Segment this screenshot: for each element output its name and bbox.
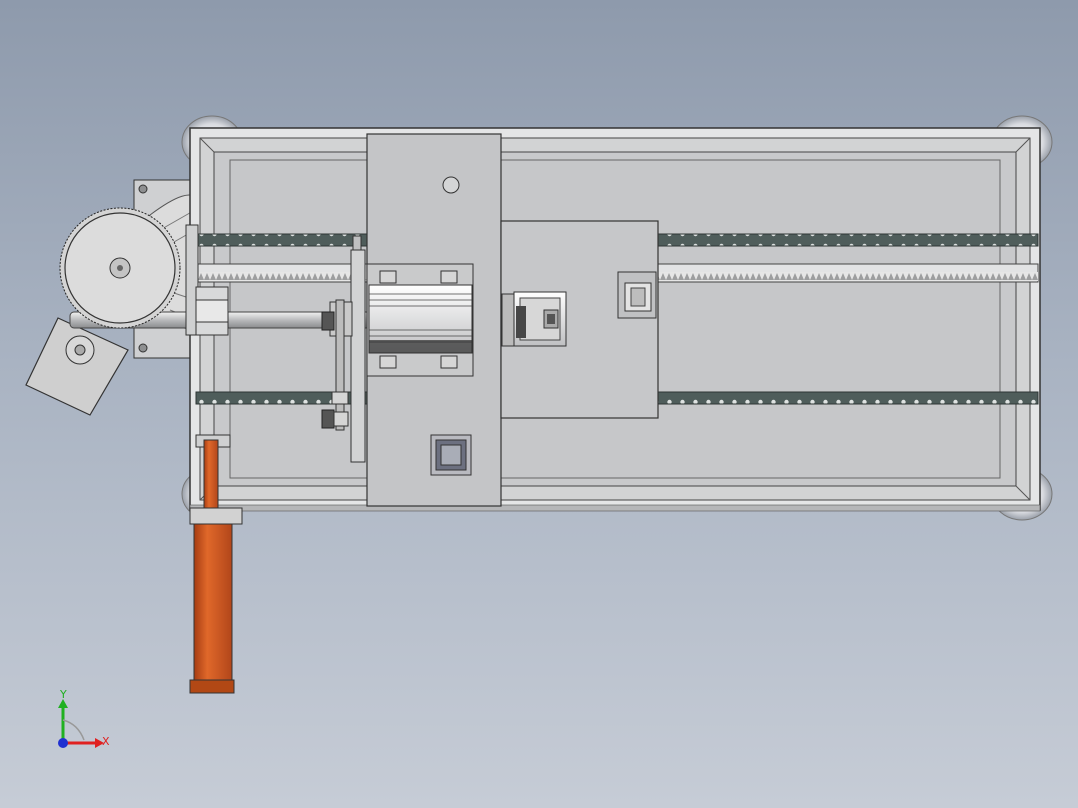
triad-y-label: Y [59,688,67,701]
triad-arc [62,719,85,741]
drive-gear [59,207,181,329]
model-drawing[interactable]: X Y [0,0,1078,808]
limit-sensor-right [617,271,657,319]
spindle-motor [366,263,474,377]
cad-viewport[interactable]: X Y [0,0,1078,808]
stepper-motor [501,291,567,347]
view-orientation-triad[interactable]: X Y [58,688,110,748]
triad-z-axis [58,738,68,748]
limit-sensor-carriage [430,434,472,476]
triad-x-label: X [102,735,110,748]
carriage-bolt-hole [442,176,460,194]
swing-arm [25,317,129,416]
